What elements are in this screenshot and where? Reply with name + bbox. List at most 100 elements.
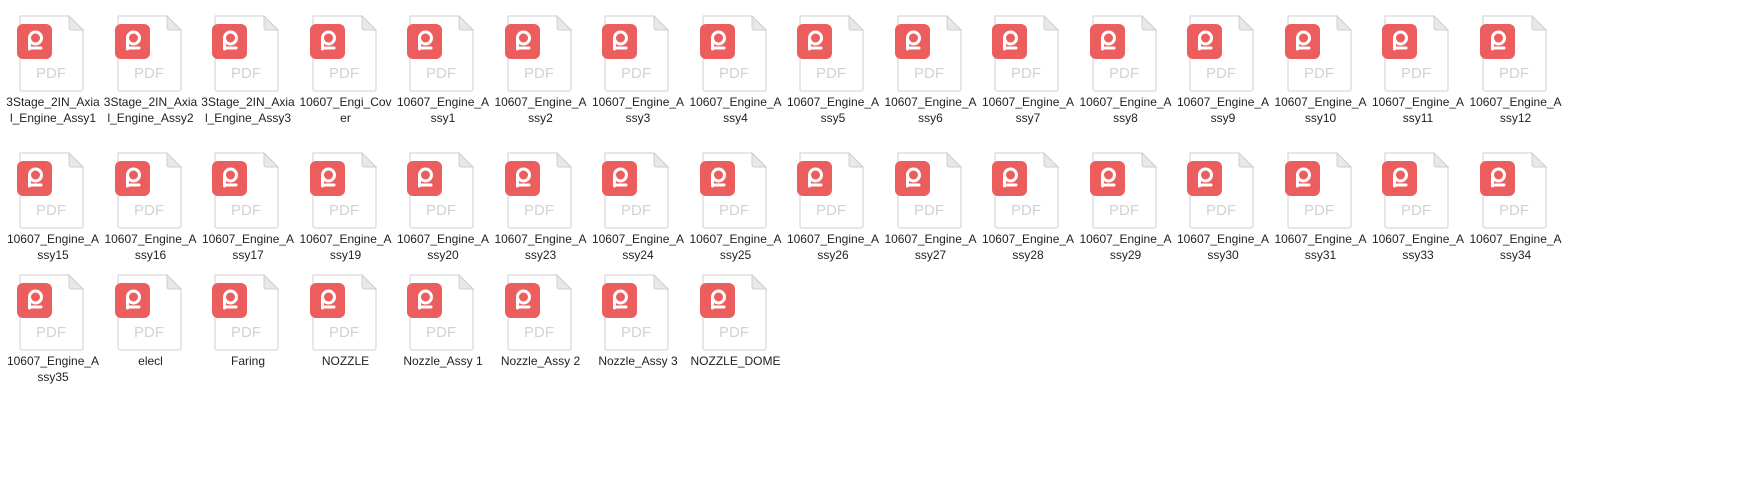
file-name-label: 10607_Engine_Assy16 [104,232,197,262]
pdf-file-icon: PDF [699,273,768,351]
pdf-file-icon: PDF [17,151,85,229]
file-name-label: 10607_Engine_Assy4 [689,95,782,125]
pdf-file-icon: PDF [1382,14,1450,92]
pdf-file-icon: PDF [212,14,280,92]
file-name-label: 10607_Engine_Assy23 [494,232,587,262]
file-name-label: 10607_Engine_Assy19 [299,232,392,262]
pdf-file-icon: PDF [797,151,865,229]
file-name-label: 10607_Engine_Assy25 [689,232,782,262]
pdf-badge-text: PDF [719,65,749,82]
pdf-badge-text: PDF [1206,65,1236,82]
file-name-label: 10607_Engine_Assy6 [884,95,977,125]
pdf-badge-text: PDF [36,324,66,341]
file-name-label: 10607_Engine_Assy26 [786,232,880,262]
pdf-file-icon: PDF [894,14,963,92]
pdf-badge-text: PDF [134,324,164,341]
pdf-badge-text: PDF [1304,65,1334,82]
file-name-label: 10607_Engine_Assy24 [591,232,685,262]
pdf-file-icon: PDF [114,151,183,229]
pdf-file-icon: PDF [992,14,1060,92]
pdf-file-icon: PDF [894,151,963,229]
pdf-badge-text: PDF [914,202,944,219]
pdf-file-icon: PDF [309,14,378,92]
pdf-badge-text: PDF [719,202,749,219]
pdf-badge-text: PDF [1401,65,1431,82]
pdf-badge-text: PDF [1401,202,1431,219]
file-name-label: 10607_Engine_Assy8 [1079,95,1172,125]
pdf-file-icon: PDF [1382,151,1450,229]
pdf-badge-text: PDF [1011,202,1041,219]
pdf-badge-text: PDF [231,65,261,82]
pdf-file-icon: PDF [504,273,573,351]
pdf-badge-text: PDF [36,202,66,219]
pdf-badge-text: PDF [329,324,359,341]
file-name-label: 10607_Engine_Assy20 [396,232,490,262]
pdf-file-icon: PDF [1089,14,1158,92]
pdf-file-icon: PDF [1089,151,1158,229]
pdf-badge-text: PDF [719,324,749,341]
file-name-label: 3Stage_2IN_Axial_Engine_Assy3 [201,95,295,125]
pdf-file-icon: PDF [17,273,85,351]
file-name-label: 10607_Engine_Assy3 [591,95,685,125]
pdf-badge-text: PDF [426,65,456,82]
pdf-badge-text: PDF [621,324,651,341]
pdf-file-icon: PDF [407,273,475,351]
file-name-label: 10607_Engine_Assy28 [981,232,1075,262]
file-name-label: NOZZLE [321,354,370,368]
pdf-badge-text: PDF [621,65,651,82]
pdf-badge-text: PDF [134,202,164,219]
file-name-label: Faring [230,354,265,368]
pdf-file-icon: PDF [1284,151,1353,229]
file-name-label: 10607_Engine_Assy15 [6,232,100,262]
pdf-file-icon: PDF [797,14,865,92]
pdf-badge-text: PDF [524,65,554,82]
pdf-file-icon: PDF [309,151,378,229]
pdf-file-icon: PDF [309,273,378,351]
file-name-label: 10607_Engine_Assy27 [884,232,977,262]
pdf-badge-text: PDF [1499,202,1529,219]
file-name-label: 3Stage_2IN_Axial_Engine_Assy2 [103,95,198,125]
pdf-badge-text: PDF [1206,202,1236,219]
pdf-badge-text: PDF [1109,202,1139,219]
pdf-badge-text: PDF [816,202,846,219]
pdf-badge-text: PDF [621,202,651,219]
file-name-label: 10607_Engine_Assy12 [1469,95,1562,125]
file-name-label: 10607_Engine_Assy34 [1469,232,1562,262]
file-name-label: 10607_Engine_Assy35 [6,354,100,384]
file-name-label: elecl [138,354,163,368]
pdf-file-icon: PDF [1187,14,1255,92]
file-name-label: 10607_Engine_Assy1 [396,95,490,125]
file-name-label: 10607_Engi_Cover [299,95,392,125]
file-name-label: 3Stage_2IN_Axial_Engine_Assy1 [6,95,100,125]
pdf-file-icon: PDF [407,14,475,92]
file-name-label: 10607_Engine_Assy31 [1274,232,1367,262]
file-name-label: 10607_Engine_Assy9 [1176,95,1270,125]
pdf-badge-text: PDF [1109,65,1139,82]
pdf-file-icon: PDF [407,151,475,229]
pdf-badge-text: PDF [1499,65,1529,82]
pdf-badge-text: PDF [426,324,456,341]
pdf-badge-text: PDF [231,202,261,219]
pdf-badge-text: PDF [914,65,944,82]
file-name-label: 10607_Engine_Assy5 [786,95,880,125]
pdf-file-icon: PDF [1479,151,1548,229]
file-name-label: Nozzle_Assy 3 [598,354,678,368]
pdf-file-icon: PDF [212,151,280,229]
pdf-badge-text: PDF [426,202,456,219]
file-name-label: 10607_Engine_Assy17 [201,232,295,262]
file-name-label: Nozzle_Assy 2 [500,354,581,368]
pdf-file-icon: PDF [114,273,183,351]
file-name-label: 10607_Engine_Assy10 [1274,95,1367,125]
file-name-label: Nozzle_Assy 1 [403,354,483,368]
pdf-badge-text: PDF [134,65,164,82]
pdf-file-icon: PDF [114,14,183,92]
pdf-file-icon: PDF [602,151,670,229]
pdf-file-icon: PDF [212,273,280,351]
pdf-file-icon: PDF [602,273,670,351]
pdf-file-icon: PDF [602,14,670,92]
pdf-badge-text: PDF [329,202,359,219]
file-name-label: 10607_Engine_Assy2 [494,95,587,125]
file-name-label: NOZZLE_DOME [690,354,781,368]
pdf-file-icon: PDF [1284,14,1353,92]
pdf-file-icon: PDF [699,151,768,229]
